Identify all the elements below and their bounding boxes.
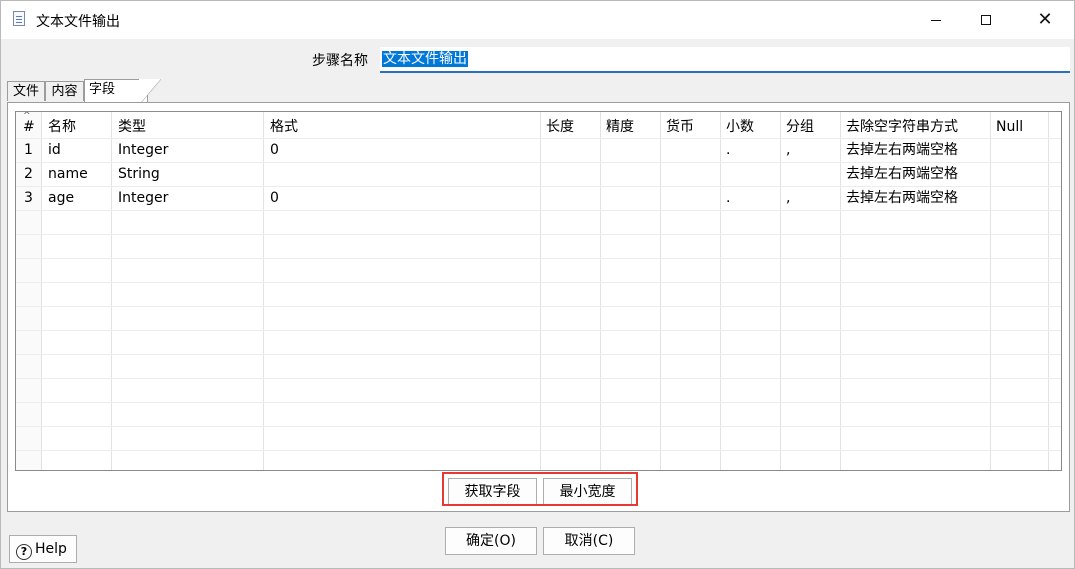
cell-format[interactable]: 0 [270, 186, 279, 210]
minimize-button[interactable] [913, 1, 959, 39]
title-bar: 文本文件输出 ✕ [1, 1, 1074, 39]
row-number: 3 [24, 190, 33, 206]
row-divider [16, 306, 1061, 307]
row-number: 1 [24, 142, 33, 158]
row-divider [16, 354, 1061, 355]
column-divider [660, 112, 721, 470]
column-header[interactable]: 小数 [726, 115, 754, 139]
cell-decimal[interactable]: . [726, 186, 730, 210]
step-name-label: 步骤名称 [312, 53, 368, 69]
maximize-icon [981, 15, 991, 25]
row-divider [16, 234, 1061, 235]
cancel-button[interactable]: 取消(C) [543, 527, 635, 555]
cell-name[interactable]: name [48, 162, 88, 186]
window-title: 文本文件输出 [36, 14, 120, 30]
cell-trim[interactable]: 去掉左右两端空格 [846, 138, 958, 162]
text-file-output-icon [13, 11, 25, 26]
minimize-icon [931, 19, 941, 21]
cell-type[interactable]: String [118, 162, 160, 186]
close-button[interactable]: ✕ [1022, 1, 1068, 39]
tab-file[interactable]: 文件 [7, 81, 45, 101]
column-header[interactable]: 精度 [606, 115, 634, 139]
ok-button[interactable]: 确定(O) [445, 527, 537, 555]
column-header[interactable]: 去除空字符串方式 [846, 115, 958, 139]
cell-name[interactable]: id [48, 138, 61, 162]
column-header[interactable]: 货币 [666, 115, 694, 139]
column-header[interactable]: 分组 [786, 115, 814, 139]
cell-group[interactable]: , [786, 186, 790, 210]
cell-decimal[interactable]: . [726, 138, 730, 162]
cell-trim[interactable]: 去掉左右两端空格 [846, 186, 958, 210]
cell-group[interactable]: , [786, 138, 790, 162]
cell-type[interactable]: Integer [118, 186, 168, 210]
tab-content[interactable]: 内容 [45, 81, 84, 101]
row-divider [16, 450, 1061, 451]
tab-fields[interactable]: 字段 [84, 79, 161, 105]
dialog-window: 文本文件输出 ✕ 步骤名称 文本文件输出 文件 内容 字段 ^ # 名称 类型 … [0, 0, 1075, 569]
column-header[interactable]: # [23, 115, 35, 139]
step-name-value: 文本文件输出 [382, 51, 468, 67]
row-divider [16, 426, 1061, 427]
column-header[interactable]: Null [996, 115, 1023, 139]
column-divider [780, 112, 841, 470]
column-divider [990, 112, 1049, 470]
fields-table[interactable]: ^ # 名称 类型 格式 长度 精度 货币 小数 分组 去除空字符串方式 Nul… [15, 111, 1062, 471]
cell-name[interactable]: age [48, 186, 74, 210]
row-divider [16, 330, 1061, 331]
cell-format[interactable]: 0 [270, 138, 279, 162]
help-icon: ? [16, 544, 32, 560]
column-header[interactable]: 名称 [48, 115, 76, 139]
help-button[interactable]: ? Help [9, 535, 77, 563]
row-number: 2 [24, 166, 33, 182]
close-icon: ✕ [1037, 9, 1053, 30]
column-divider [600, 112, 661, 470]
row-divider [16, 258, 1061, 259]
row-divider [16, 378, 1061, 379]
column-divider [540, 112, 601, 470]
highlight-box [442, 472, 638, 506]
cell-trim[interactable]: 去掉左右两端空格 [846, 162, 958, 186]
step-name-input[interactable]: 文本文件输出 [380, 47, 1070, 73]
column-divider [720, 112, 781, 470]
cell-type[interactable]: Integer [118, 138, 168, 162]
row-divider [16, 210, 1061, 211]
maximize-button[interactable] [963, 1, 1009, 39]
column-header[interactable]: 长度 [546, 115, 574, 139]
help-label: Help [35, 541, 67, 557]
row-divider [16, 402, 1061, 403]
row-divider [16, 282, 1061, 283]
column-header[interactable]: 格式 [270, 115, 298, 139]
column-divider [263, 112, 541, 470]
column-header[interactable]: 类型 [118, 115, 146, 139]
